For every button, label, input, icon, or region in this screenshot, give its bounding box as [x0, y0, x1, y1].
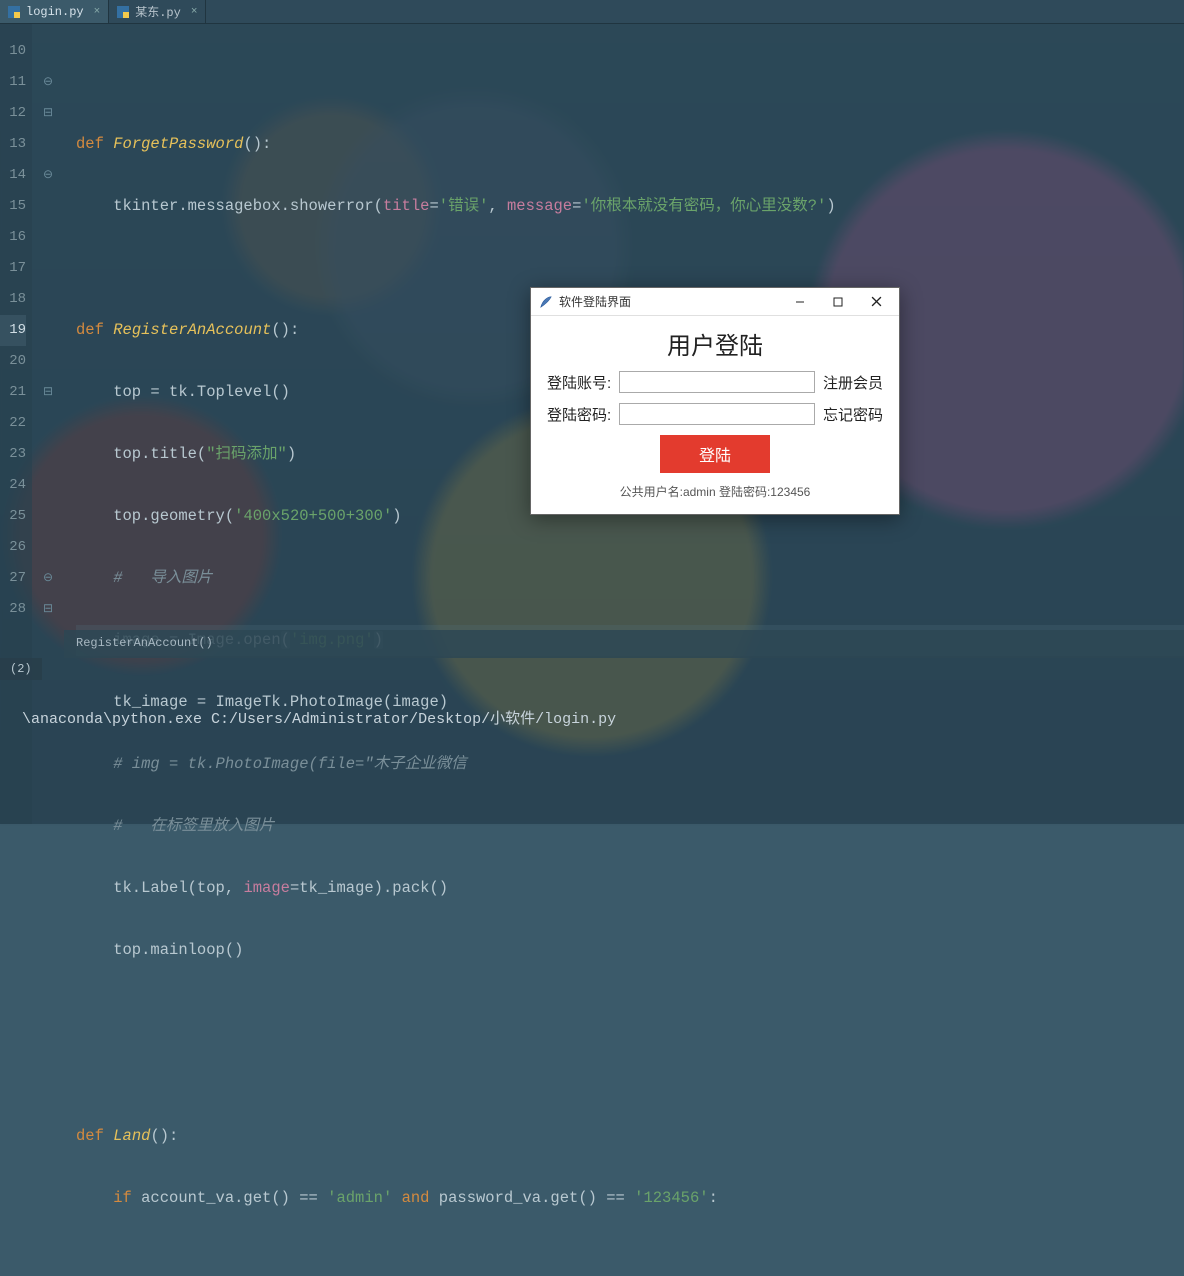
dialog-title: 软件登陆界面	[559, 293, 781, 310]
maximize-button[interactable]	[819, 289, 857, 315]
row-account: 登陆账号: 注册会员	[547, 371, 883, 393]
dialog-heading: 用户登陆	[547, 326, 883, 361]
dialog-titlebar[interactable]: 软件登陆界面	[531, 288, 899, 316]
breadcrumb[interactable]: RegisterAnAccount()	[64, 630, 1184, 658]
input-account[interactable]	[619, 371, 815, 393]
minimize-button[interactable]	[781, 289, 819, 315]
link-forgot[interactable]: 忘记密码	[823, 404, 883, 425]
dialog-body: 用户登陆 登陆账号: 注册会员 登陆密码: 忘记密码 登陆 公共用户名:admi…	[531, 316, 899, 500]
close-icon[interactable]: ×	[191, 6, 198, 18]
link-register[interactable]: 注册会员	[823, 372, 883, 393]
run-tab[interactable]: (2)	[0, 658, 42, 680]
dialog-footer: 公共用户名:admin 登陆密码:123456	[547, 483, 883, 500]
tab-moudong-py[interactable]: 某东.py ×	[109, 0, 206, 23]
input-password[interactable]	[619, 403, 815, 425]
close-button[interactable]	[857, 289, 895, 315]
python-file-icon	[8, 6, 20, 18]
python-file-icon	[117, 6, 129, 18]
tab-label: 某东.py	[135, 3, 181, 20]
row-password: 登陆密码: 忘记密码	[547, 403, 883, 425]
login-dialog: 软件登陆界面 用户登陆 登陆账号: 注册会员 登陆密码: 忘记密码 登陆 公共用…	[530, 287, 900, 515]
run-output: \anaconda\python.exe C:/Users/Administra…	[0, 680, 1184, 738]
label-account: 登陆账号:	[547, 372, 611, 393]
tab-login-py[interactable]: login.py ×	[0, 0, 109, 23]
login-button[interactable]: 登陆	[660, 435, 770, 473]
label-password: 登陆密码:	[547, 404, 611, 425]
close-icon[interactable]: ×	[94, 6, 101, 18]
tab-label: login.py	[26, 5, 84, 19]
editor-tabbar: login.py × 某东.py ×	[0, 0, 1184, 24]
tk-feather-icon	[539, 295, 553, 309]
